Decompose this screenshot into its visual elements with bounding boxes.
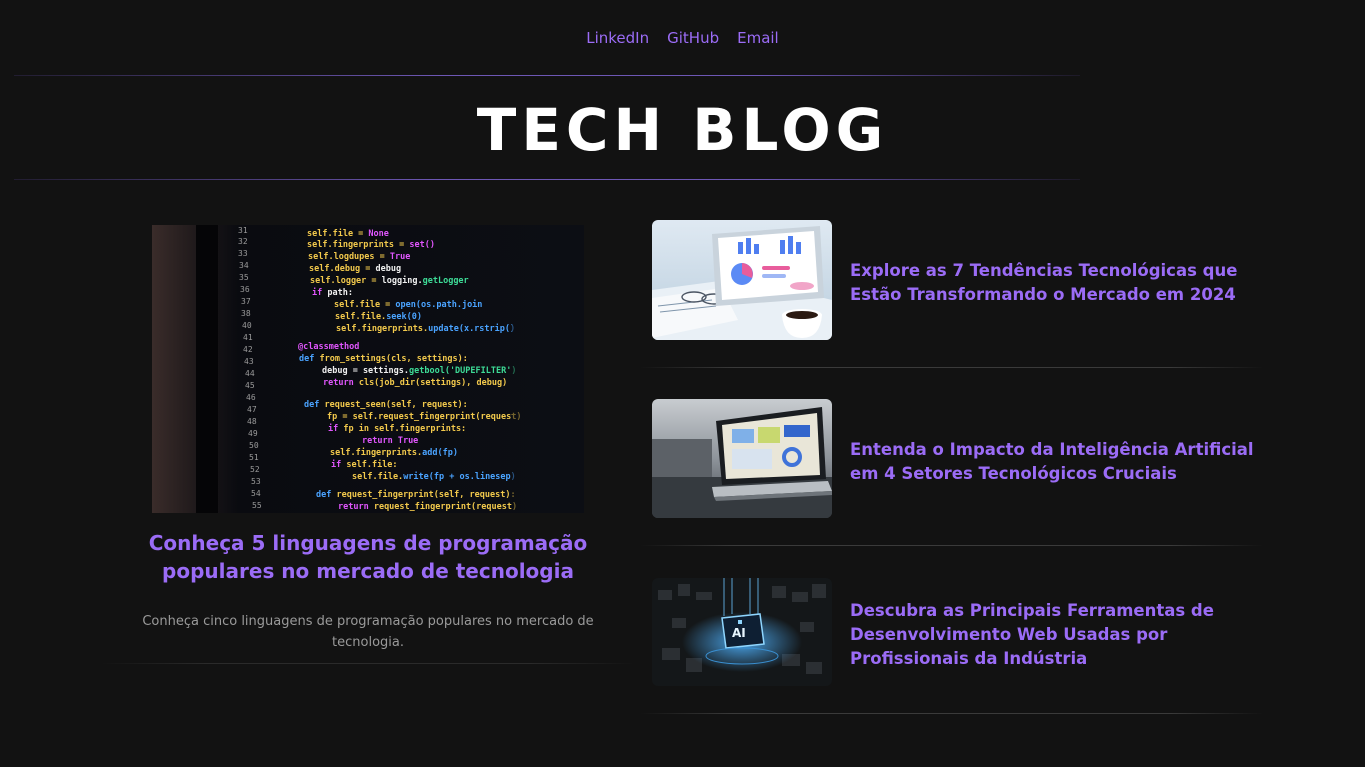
- post-title[interactable]: Descubra as Principais Ferramentas de De…: [850, 599, 1260, 671]
- svg-text:46: 46: [246, 393, 256, 402]
- code-screen-image: 31 32 33 34 35 36 37 38 40 41 42 43 44 45 46 47 48 4…: [152, 225, 584, 513]
- post-thumbnail[interactable]: AI: [652, 578, 832, 686]
- svg-text:AI: AI: [732, 626, 746, 640]
- featured-post-image[interactable]: 31 32 33 34 35 36 37 38 40 41 42 43 44 45 46 47 48 4…: [152, 225, 584, 513]
- svg-text:if fp in self.fingerprints:: if fp in self.fingerprints:: [328, 423, 466, 434]
- post-thumbnail[interactable]: [652, 399, 832, 518]
- svg-text:def from_settings(cls, setting: def from_settings(cls, settings):: [299, 353, 468, 364]
- svg-text:self.fingerprints.update(x.rst: self.fingerprints.update(x.rstrip(): [336, 323, 515, 334]
- svg-text:self.file = None: self.file = None: [307, 228, 389, 239]
- svg-text:36: 36: [240, 285, 250, 294]
- tablet-charts-image: [652, 220, 832, 340]
- svg-text:50: 50: [249, 441, 259, 450]
- svg-text:33: 33: [238, 249, 248, 258]
- ai-chip-image: AI: [652, 578, 832, 686]
- svg-text:31: 31: [238, 226, 248, 235]
- svg-text:34: 34: [239, 261, 249, 270]
- post-divider: [640, 545, 1264, 546]
- site-title[interactable]: TECH BLOG: [0, 96, 1365, 164]
- svg-text:55: 55: [252, 501, 262, 510]
- svg-text:44: 44: [245, 369, 255, 378]
- header-top-divider: [14, 75, 1080, 76]
- svg-text:return True: return True: [362, 436, 418, 446]
- post-card[interactable]: Explore as 7 Tendências Tecnológicas que…: [652, 220, 1264, 340]
- svg-text:def request_seen(self, request: def request_seen(self, request):: [304, 400, 468, 410]
- svg-text:38: 38: [241, 309, 251, 318]
- linkedin-link[interactable]: LinkedIn: [586, 29, 649, 47]
- svg-text:49: 49: [248, 429, 258, 438]
- post-divider: [640, 713, 1264, 714]
- svg-text:if path:: if path:: [312, 287, 353, 298]
- svg-text:def request_fingerprint(self,: def request_fingerprint(self, request):: [316, 489, 516, 500]
- post-title[interactable]: Explore as 7 Tendências Tecnológicas que…: [850, 259, 1260, 307]
- featured-post-title[interactable]: Conheça 5 linguagens de programação popu…: [100, 529, 636, 585]
- email-link[interactable]: Email: [737, 29, 779, 47]
- svg-text:54: 54: [251, 489, 261, 498]
- svg-text:return request_fingerprint(req: return request_fingerprint(request): [338, 501, 517, 512]
- svg-text:fp = self.request_fingerprint(: fp = self.request_fingerprint(request): [327, 411, 521, 422]
- svg-text:52: 52: [250, 465, 260, 474]
- svg-text:self.fingerprints.add(fp): self.fingerprints.add(fp): [330, 447, 458, 458]
- svg-text:32: 32: [238, 237, 248, 246]
- svg-text:return cls(job_dir(settings),: return cls(job_dir(settings), debug): [323, 377, 507, 388]
- svg-text:35: 35: [239, 273, 249, 282]
- svg-text:self.file.seek(0): self.file.seek(0): [335, 311, 422, 322]
- header-bottom-divider: [14, 179, 1080, 180]
- svg-text:42: 42: [243, 345, 253, 354]
- svg-text:51: 51: [249, 453, 259, 462]
- svg-text:self.file.write(fp + os.linese: self.file.write(fp + os.linesep): [352, 471, 516, 482]
- svg-text:self.fingerprints = set(): self.fingerprints = set(): [307, 239, 435, 250]
- svg-text:self.file = open(os.path.join: self.file = open(os.path.join: [334, 299, 482, 310]
- svg-text:if self.file:: if self.file:: [331, 459, 398, 470]
- svg-text:self.debug = debug: self.debug = debug: [309, 264, 401, 274]
- svg-text:37: 37: [241, 297, 251, 306]
- featured-post-divider: [100, 663, 636, 664]
- post-title[interactable]: Entenda o Impacto da Inteligência Artifi…: [850, 438, 1260, 486]
- featured-post-description: Conheça cinco linguagens de programação …: [142, 614, 594, 650]
- post-card[interactable]: AI Descubra as Principais Ferramentas de…: [652, 578, 1264, 698]
- github-link[interactable]: GitHub: [667, 29, 719, 47]
- svg-text:@classmethod: @classmethod: [298, 342, 359, 352]
- svg-text:53: 53: [251, 477, 261, 486]
- post-card[interactable]: Entenda o Impacto da Inteligência Artifi…: [652, 399, 1264, 519]
- svg-text:self.logger = logging.getLogge: self.logger = logging.getLogger: [310, 275, 469, 286]
- svg-text:47: 47: [247, 405, 257, 414]
- post-thumbnail[interactable]: [652, 220, 832, 340]
- social-nav: LinkedIn GitHub Email: [0, 29, 1365, 47]
- svg-text:45: 45: [245, 381, 255, 390]
- svg-text:self.logdupes = True: self.logdupes = True: [308, 252, 410, 262]
- svg-text:debug = settings.getbool('DUPE: debug = settings.getbool('DUPEFILTER'): [322, 365, 516, 376]
- svg-text:43: 43: [244, 357, 254, 366]
- svg-text:41: 41: [243, 333, 253, 342]
- svg-text:40: 40: [242, 321, 252, 330]
- svg-text:48: 48: [247, 417, 257, 426]
- laptop-dashboard-image: [652, 399, 832, 518]
- post-divider: [640, 367, 1264, 368]
